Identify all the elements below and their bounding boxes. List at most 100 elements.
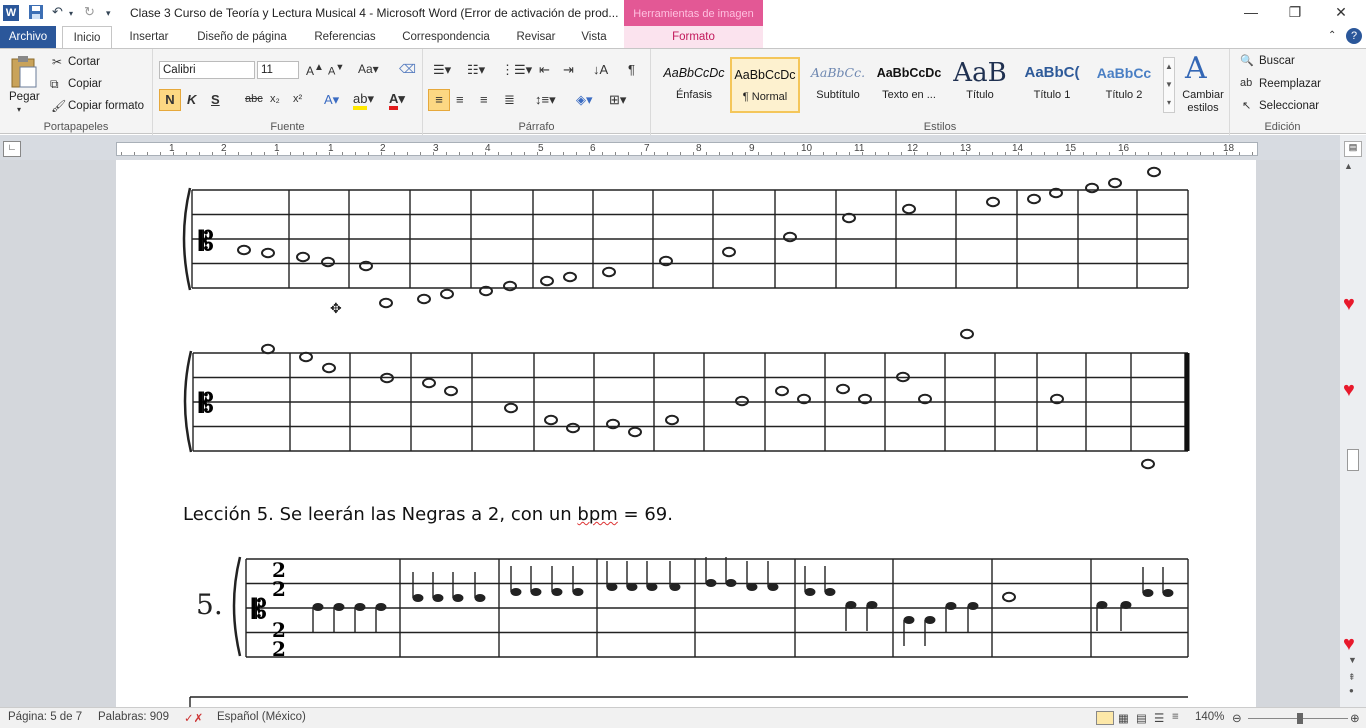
close-icon[interactable]: ✕: [1326, 4, 1356, 24]
paste-button[interactable]: Pegar: [9, 91, 40, 103]
copy-button[interactable]: Copiar: [68, 78, 102, 90]
select-button[interactable]: Seleccionar: [1259, 100, 1319, 112]
text-effects-icon[interactable]: A▾: [324, 92, 339, 108]
font-group: Calibri 11 A▲ A▼ Aa▾ ⌫ N K S abc x₂ x² A…: [153, 49, 423, 135]
style-titulo-2[interactable]: AaBbCc Título 2: [1089, 57, 1159, 113]
tab-referencias[interactable]: Referencias: [308, 26, 382, 48]
zoom-out-icon[interactable]: ⊖: [1232, 711, 1242, 725]
style-titulo-1[interactable]: AaBbC( Título 1: [1017, 57, 1087, 113]
align-right-icon[interactable]: ≡: [480, 92, 488, 107]
style-enfasis[interactable]: AaBbCcDc Énfasis: [659, 57, 729, 113]
style-texto-en[interactable]: AaBbCcDc Texto en ...: [874, 57, 944, 113]
format-painter-button[interactable]: Copiar formato: [68, 100, 144, 112]
bold-button[interactable]: N: [159, 89, 181, 111]
draft-icon[interactable]: ≡: [1172, 711, 1179, 723]
align-left-icon[interactable]: ≡: [428, 89, 450, 111]
view-ruler-icon[interactable]: ▤: [1344, 141, 1362, 157]
scroll-up-icon[interactable]: ▲: [1344, 161, 1353, 171]
numbering-icon[interactable]: ☷▾: [467, 62, 485, 78]
browse-object-icon[interactable]: ●: [1349, 686, 1354, 695]
font-size-box[interactable]: 11: [257, 61, 299, 79]
restore-icon[interactable]: ❐: [1280, 4, 1310, 24]
web-layout-icon[interactable]: ▤: [1136, 711, 1147, 725]
paste-icon[interactable]: [10, 55, 38, 92]
superscript-button[interactable]: x²: [293, 93, 302, 105]
style-subtitulo[interactable]: AaBbCc. Subtítulo: [803, 57, 873, 113]
subscript-button[interactable]: x₂: [270, 93, 280, 105]
tab-archivo[interactable]: Archivo: [0, 26, 56, 48]
horizontal-ruler[interactable]: 1 2 1 1 2 3 4 5 6 7 8 9 10 11 12 13 14 15 16 18: [116, 142, 1258, 156]
ruler-tick: [381, 152, 382, 155]
tab-vista[interactable]: Vista: [574, 26, 614, 48]
tab-revisar[interactable]: Revisar: [510, 26, 562, 48]
tab-inicio[interactable]: Inicio: [62, 26, 112, 48]
replace-button[interactable]: Reemplazar: [1259, 78, 1321, 90]
style-normal[interactable]: AaBbCcDc ¶ Normal: [730, 57, 800, 113]
prev-page-icon[interactable]: ⇞: [1348, 672, 1356, 683]
increase-indent-icon[interactable]: ⇥: [563, 62, 574, 78]
redo-icon[interactable]: ↻: [84, 4, 95, 20]
tab-formato[interactable]: Formato: [624, 26, 763, 48]
print-layout-icon[interactable]: [1096, 711, 1114, 725]
full-screen-icon[interactable]: ▦: [1118, 711, 1129, 725]
language-indicator[interactable]: Español (México): [217, 711, 306, 723]
tab-selector-icon[interactable]: ∟: [3, 141, 21, 157]
clear-format-icon[interactable]: ⌫: [399, 62, 416, 76]
bullets-icon[interactable]: ☰▾: [433, 62, 451, 78]
sort-icon[interactable]: ↓A: [593, 62, 608, 77]
replace-icon[interactable]: ab: [1240, 77, 1252, 89]
cut-icon[interactable]: ✂: [52, 55, 62, 69]
borders-icon[interactable]: ⊞▾: [609, 92, 626, 108]
justify-icon[interactable]: ≣: [504, 92, 515, 108]
change-styles-button[interactable]: Cambiar estilos: [1180, 89, 1226, 115]
word-count[interactable]: Palabras: 909: [98, 711, 169, 723]
music-score-images[interactable]: 𝄡𝄡𝄡2222: [116, 160, 1256, 720]
multilevel-list-icon[interactable]: ⋮☰▾: [501, 62, 532, 78]
format-painter-icon[interactable]: 🖌: [51, 99, 66, 113]
paste-dropdown-icon[interactable]: ▾: [17, 105, 21, 114]
grow-font-icon[interactable]: A▲: [306, 62, 324, 78]
proofing-icon[interactable]: ✓✗: [184, 711, 203, 725]
font-color-icon[interactable]: A▾: [389, 91, 405, 110]
style-titulo[interactable]: AaB Título: [945, 57, 1015, 113]
minimize-ribbon-icon[interactable]: ⌃: [1328, 30, 1336, 41]
undo-icon[interactable]: ↶: [52, 4, 63, 20]
show-marks-icon[interactable]: ¶: [628, 62, 635, 77]
zoom-in-icon[interactable]: ⊕: [1350, 711, 1360, 725]
tab-insertar[interactable]: Insertar: [122, 26, 176, 48]
customize-qat-icon[interactable]: ▾: [106, 8, 111, 19]
zoom-slider-thumb[interactable]: [1297, 713, 1303, 724]
change-case-icon[interactable]: Aa▾: [358, 62, 379, 76]
italic-button[interactable]: K: [187, 92, 196, 107]
outline-icon[interactable]: ☰: [1154, 711, 1164, 725]
minimize-icon[interactable]: —: [1236, 4, 1266, 24]
shrink-font-icon[interactable]: A▼: [328, 62, 344, 78]
vertical-scrollbar[interactable]: ▤ ▲ ▼ ⇞ ●: [1340, 135, 1366, 707]
tab-diseno-pagina[interactable]: Diseño de página: [190, 26, 294, 48]
copy-icon[interactable]: ⧉: [50, 77, 59, 92]
help-icon[interactable]: ?: [1346, 28, 1362, 44]
cut-button[interactable]: Cortar: [68, 56, 100, 68]
underline-button[interactable]: S: [211, 92, 220, 107]
word-app-icon[interactable]: W: [3, 5, 19, 21]
save-icon[interactable]: [28, 4, 44, 23]
undo-dropdown-icon[interactable]: ▾: [69, 9, 73, 18]
find-button[interactable]: Buscar: [1259, 55, 1295, 67]
styles-scroll-icon[interactable]: ▲ ▼ ▾: [1163, 57, 1175, 113]
find-icon[interactable]: 🔍: [1240, 54, 1254, 67]
strikethrough-button[interactable]: abc: [245, 93, 263, 105]
decrease-indent-icon[interactable]: ⇤: [539, 62, 550, 78]
zoom-level[interactable]: 140%: [1195, 711, 1224, 723]
lesson-bpm: bpm: [577, 504, 618, 525]
change-styles-icon[interactable]: A: [1185, 51, 1207, 86]
font-family-box[interactable]: Calibri: [159, 61, 255, 79]
align-center-icon[interactable]: ≡: [456, 92, 464, 107]
shading-icon[interactable]: ◈▾: [576, 92, 593, 108]
page-count[interactable]: Página: 5 de 7: [8, 711, 82, 723]
scroll-down-icon[interactable]: ▼: [1348, 655, 1357, 665]
line-spacing-icon[interactable]: ↕≡▾: [535, 92, 556, 108]
scroll-thumb[interactable]: [1347, 449, 1359, 471]
tab-correspondencia[interactable]: Correspondencia: [396, 26, 496, 48]
highlight-icon[interactable]: ab▾: [353, 91, 374, 110]
select-icon[interactable]: ↖: [1242, 99, 1251, 112]
